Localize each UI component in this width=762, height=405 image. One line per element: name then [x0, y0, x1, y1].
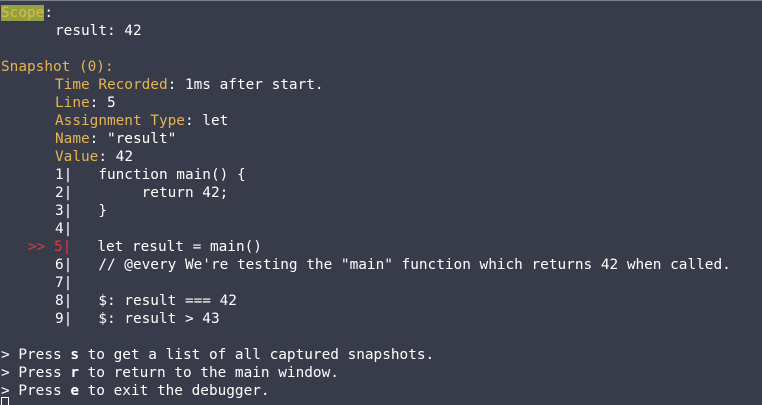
code-line-8: 8| $: result === 42 — [55, 292, 237, 310]
help-key-r: r — [70, 365, 79, 381]
scope-header: Scope: — [1, 4, 53, 22]
code-line-6: 6| // @every We're testing the "main" fu… — [55, 256, 731, 274]
current-line-marker: >> — [28, 239, 54, 255]
time-recorded-value: : 1ms after start. — [167, 77, 324, 93]
code-line-3: 3| } — [55, 202, 107, 220]
value-value: : 42 — [98, 149, 133, 165]
code-line-text: function main() { — [72, 167, 246, 183]
help-key-e: e — [70, 383, 79, 399]
help-prefix: > Press — [1, 365, 71, 381]
code-line-text: $: result === 42 — [72, 293, 237, 309]
line-label: Line — [55, 95, 90, 111]
code-line-number: 8| — [55, 293, 73, 309]
debugger-terminal[interactable]: Scope: result: 42 Snapshot (0): Time Rec… — [0, 0, 762, 405]
code-line-5-current: >> 5| let result = main() — [28, 238, 262, 256]
code-line-1: 1| function main() { — [55, 166, 246, 184]
name-value: : "result" — [89, 131, 177, 147]
time-recorded-label: Time Recorded — [55, 77, 168, 93]
help-prefix: > Press — [1, 383, 71, 399]
help-prefix: > Press — [1, 347, 71, 363]
code-line-text: // @every We're testing the "main" funct… — [72, 257, 731, 273]
code-line-number: 7| — [55, 275, 73, 291]
code-line-7: 7| — [55, 274, 72, 292]
code-line-number: 5| — [54, 239, 72, 255]
name-row: Name: "result" — [55, 130, 176, 148]
help-suffix: to exit the debugger. — [78, 383, 270, 399]
code-line-number: 6| — [55, 257, 73, 273]
snapshot-header: Snapshot (0): — [1, 59, 114, 75]
code-line-4: 4| — [55, 220, 72, 238]
code-line-number: 3| — [55, 203, 73, 219]
code-line-text: } — [72, 203, 107, 219]
scope-label: Scope — [1, 5, 45, 21]
help-line-snapshots: > Press s to get a list of all captured … — [1, 346, 434, 364]
help-suffix: to return to the main window. — [78, 365, 339, 381]
code-line-number: 9| — [55, 311, 73, 327]
line-row: Line: 5 — [55, 94, 116, 112]
terminal-cursor — [1, 397, 9, 405]
code-line-2: 2| return 42; — [55, 184, 228, 202]
code-line-text: return 42; — [72, 185, 229, 201]
value-row: Value: 42 — [55, 148, 133, 166]
code-line-9: 9| $: result > 43 — [55, 310, 220, 328]
time-recorded-row: Time Recorded: 1ms after start. — [55, 76, 324, 94]
value-label: Value — [55, 149, 99, 165]
help-line-exit: > Press e to exit the debugger. — [1, 382, 270, 400]
name-label: Name — [55, 131, 90, 147]
help-line-return: > Press r to return to the main window. — [1, 364, 339, 382]
scope-result: result: 42 — [55, 23, 142, 39]
help-key-s: s — [70, 347, 79, 363]
help-suffix: to get a list of all captured snapshots. — [78, 347, 435, 363]
code-line-number: 4| — [55, 221, 73, 237]
assignment-type-row: Assignment Type: let — [55, 112, 228, 130]
code-line-number: 1| — [55, 167, 73, 183]
assignment-type-label: Assignment Type — [55, 113, 185, 129]
code-line-text: $: result > 43 — [72, 311, 220, 327]
code-line-number: 2| — [55, 185, 73, 201]
assignment-type-value: : let — [184, 113, 229, 129]
scope-colon: : — [44, 5, 53, 21]
code-line-text: let result = main() — [71, 239, 262, 255]
line-value: : 5 — [89, 95, 116, 111]
